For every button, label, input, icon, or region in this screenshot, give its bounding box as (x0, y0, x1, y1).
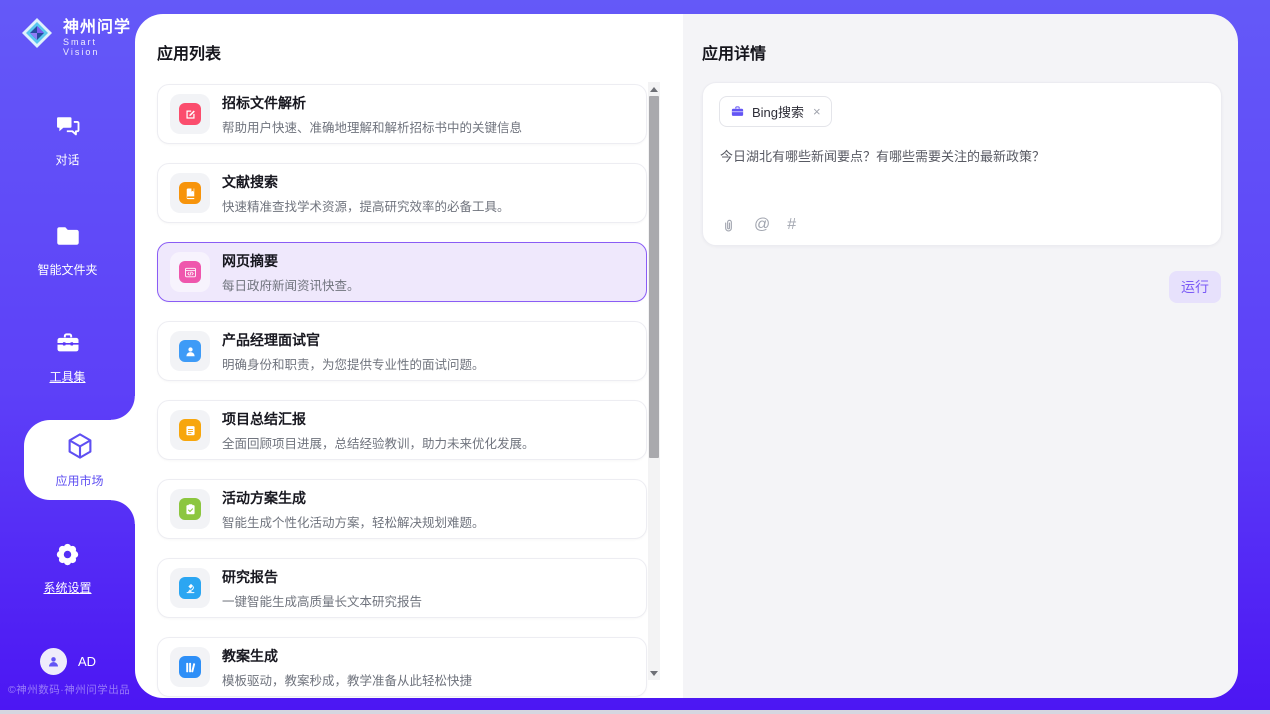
run-button[interactable]: 运行 (1169, 271, 1221, 303)
app-title: 文献搜索 (222, 172, 510, 192)
scrollbar-thumb[interactable] (649, 96, 659, 458)
app-description: 智能生成个性化活动方案，轻松解决规划难题。 (222, 512, 485, 531)
app-title: 网页摘要 (222, 251, 360, 271)
sidebar-item-app-market[interactable]: 应用市场 (24, 420, 135, 500)
paperclip-icon[interactable] (720, 217, 737, 234)
user-initials: AD (78, 654, 96, 669)
pen-square-icon (179, 103, 201, 125)
app-card-lesson-plan[interactable]: 教案生成 模板驱动，教案秒成，教学准备从此轻松快捷 (157, 637, 647, 697)
copyright-footer: ©神州数码·神州问学出品 (8, 682, 135, 697)
app-description: 帮助用户快速、准确地理解和解析招标书中的关键信息 (222, 117, 522, 136)
app-description: 明确身份和职责，为您提供专业性的面试问题。 (222, 354, 485, 373)
chat-icon (54, 112, 82, 145)
brand-subtitle: Smart Vision (63, 37, 135, 57)
input-toolbar: @ # (720, 216, 796, 234)
app-list-panel: 应用列表 招标文件解析 帮助用户快速、准确地理解和解析招标书中的关键信息 (135, 14, 683, 698)
folder-icon (54, 222, 82, 255)
bubble-notch-bottom (111, 500, 135, 524)
app-title: 活动方案生成 (222, 488, 485, 508)
app-description: 快速精准查找学术资源，提高研究效率的必备工具。 (222, 196, 510, 215)
app-detail-title: 应用详情 (702, 40, 766, 64)
hash-icon[interactable]: # (787, 216, 796, 234)
bubble-notch-top (111, 396, 135, 420)
sidebar-item-label: 对话 (55, 151, 79, 168)
app-title: 招标文件解析 (222, 93, 522, 113)
app-title: 研究报告 (222, 567, 422, 587)
app-list-title: 应用列表 (157, 40, 221, 64)
cube-icon (65, 431, 95, 466)
app-card-event-plan[interactable]: 活动方案生成 智能生成个性化活动方案，轻松解决规划难题。 (157, 479, 647, 539)
mention-icon[interactable]: @ (754, 216, 770, 234)
app-description: 每日政府新闻资讯快查。 (222, 275, 360, 294)
interviewer-icon (179, 340, 201, 362)
app-card-project-summary[interactable]: 项目总结汇报 全面回顾项目进展，总结经验教训，助力未来优化发展。 (157, 400, 647, 460)
query-input[interactable]: 今日湖北有哪些新闻要点？有哪些需要关注的最新政策？ (720, 147, 1201, 167)
sidebar-item-smart-folder[interactable]: 智能文件夹 (0, 222, 135, 278)
app-title: 教案生成 (222, 646, 472, 666)
app-card-literature-search[interactable]: 文献搜索 快速精准查找学术资源，提高研究效率的必备工具。 (157, 163, 647, 223)
app-title: 项目总结汇报 (222, 409, 535, 429)
sidebar-item-settings[interactable]: 系统设置 (0, 541, 135, 596)
user-account[interactable]: AD (40, 648, 96, 675)
app-card-web-summary[interactable]: 网页摘要 每日政府新闻资讯快查。 (157, 242, 647, 302)
microscope-icon (179, 577, 201, 599)
note-icon (179, 419, 201, 441)
app-title: 产品经理面试官 (222, 330, 485, 350)
app-description: 全面回顾项目进展，总结经验教训，助力未来优化发展。 (222, 433, 535, 452)
app-description: 模板驱动，教案秒成，教学准备从此轻松快捷 (222, 670, 472, 689)
sidebar-item-label: 智能文件夹 (37, 261, 97, 278)
book-icon (179, 182, 201, 204)
app-card-bid-analysis[interactable]: 招标文件解析 帮助用户快速、准确地理解和解析招标书中的关键信息 (157, 84, 647, 144)
briefcase-icon (730, 104, 745, 119)
app-description: 一键智能生成高质量长文本研究报告 (222, 591, 422, 610)
app-list-scrollbar[interactable] (648, 82, 660, 680)
sidebar-item-label: 应用市场 (55, 472, 103, 489)
app-frame: 神州问学 Smart Vision 对话 智能文件夹 (0, 0, 1270, 710)
sidebar-item-label: 工具集 (49, 368, 85, 385)
main-content: 应用列表 招标文件解析 帮助用户快速、准确地理解和解析招标书中的关键信息 (135, 14, 1238, 698)
app-detail-panel: 应用详情 Bing搜索 × 今日湖北有哪些新闻要点？有哪些需要关注的最新政策？ (683, 14, 1238, 698)
web-code-icon (179, 261, 201, 283)
brand-logo: 神州问学 Smart Vision (18, 13, 135, 57)
avatar (40, 648, 67, 675)
clipboard-check-icon (179, 498, 201, 520)
sidebar-item-label: 系统设置 (43, 579, 91, 596)
scrollbar-down-button[interactable] (648, 666, 660, 680)
tool-chip-label: Bing搜索 (752, 102, 804, 121)
prompt-card: Bing搜索 × 今日湖北有哪些新闻要点？有哪些需要关注的最新政策？ @ # (702, 82, 1222, 246)
toolbox-icon (54, 329, 82, 362)
app-card-pm-interviewer[interactable]: 产品经理面试官 明确身份和职责，为您提供专业性的面试问题。 (157, 321, 647, 381)
sidebar-item-toolset[interactable]: 工具集 (0, 329, 135, 385)
sidebar: 神州问学 Smart Vision 对话 智能文件夹 (0, 0, 135, 710)
diamond-logo-icon (18, 14, 56, 57)
scrollbar-up-button[interactable] (648, 82, 660, 96)
app-cards: 招标文件解析 帮助用户快速、准确地理解和解析招标书中的关键信息 文献搜索 快速精… (157, 84, 647, 697)
books-icon (179, 656, 201, 678)
gear-icon (54, 541, 81, 573)
app-card-research-report[interactable]: 研究报告 一键智能生成高质量长文本研究报告 (157, 558, 647, 618)
close-icon[interactable]: × (813, 104, 821, 119)
sidebar-item-chat[interactable]: 对话 (0, 112, 135, 168)
brand-name: 神州问学 (63, 13, 135, 37)
tool-chip-bing-search[interactable]: Bing搜索 × (719, 96, 832, 127)
